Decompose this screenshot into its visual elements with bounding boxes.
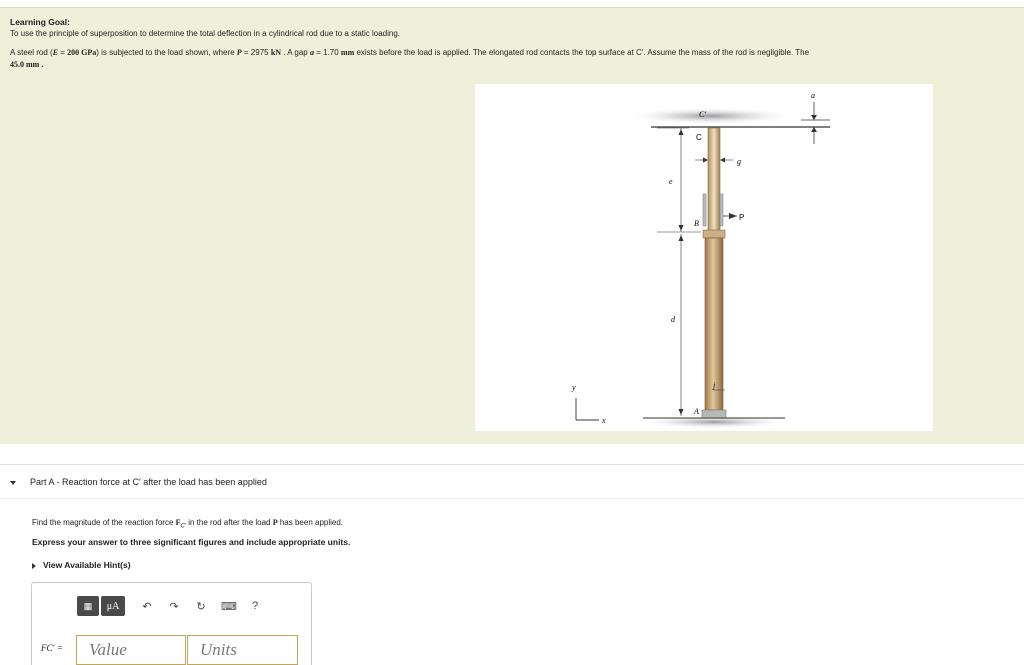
upper-rod-segment — [707, 127, 721, 237]
view-hints-link[interactable]: View Available Hint(s) — [32, 560, 131, 570]
problem-statement: A steel rod (E = 200 GPa) is subjected t… — [10, 48, 810, 57]
answer-box: ▦ μA ↶ ↷ ↻ ⌨ ? FC′ = Value Units — [31, 582, 312, 665]
learning-goal-panel: Learning Goal: To use the principle of s… — [0, 7, 1024, 444]
part-a-header[interactable]: Part A - Reaction force at C′ after the … — [10, 477, 267, 487]
label-d: d — [671, 315, 676, 324]
part-divider — [0, 498, 1024, 499]
part-a-section: Part A - Reaction force at C′ after the … — [0, 464, 1024, 665]
top-support-shading — [630, 108, 790, 124]
reset-icon[interactable]: ↻ — [194, 600, 208, 613]
answer-label: FC′ = — [41, 643, 63, 653]
label-g: g — [737, 157, 741, 166]
collapse-caret-icon[interactable] — [10, 480, 16, 485]
value-input[interactable]: Value — [76, 635, 186, 665]
units-mu-button[interactable]: μA — [101, 596, 125, 616]
problem-statement-continued: 45.0 mm . — [10, 60, 44, 69]
help-icon[interactable]: ? — [248, 600, 262, 612]
label-y: y — [571, 383, 576, 392]
instruction-text: Express your answer to three significant… — [32, 537, 351, 547]
undo-icon[interactable]: ↶ — [140, 600, 154, 613]
label-e: e — [669, 177, 673, 186]
label-x: x — [601, 416, 606, 425]
rod-diagram-svg: a C′ C e g P B j d A y x — [571, 91, 830, 428]
keyboard-icon[interactable]: ⌨ — [221, 600, 237, 613]
question-text: Find the magnitude of the reaction force… — [32, 518, 344, 530]
label-p: P — [739, 213, 744, 222]
label-c: C — [696, 133, 702, 142]
label-a: a — [811, 91, 815, 100]
units-input[interactable]: Units — [187, 635, 298, 665]
learning-goal-title: Learning Goal: — [10, 17, 70, 27]
math-toolbar: ▦ μA ↶ ↷ ↻ ⌨ ? — [77, 595, 262, 617]
label-a-point: A — [693, 407, 699, 416]
expand-triangle-icon — [32, 562, 36, 569]
learning-goal-intro: To use the principle of superposition to… — [10, 29, 401, 38]
label-c-prime: C′ — [699, 110, 706, 119]
redo-icon[interactable]: ↷ — [167, 600, 181, 613]
rod-diagram: a C′ C e g P B j d A y x — [475, 84, 933, 431]
templates-button[interactable]: ▦ — [77, 596, 99, 616]
label-b: B — [694, 219, 699, 228]
